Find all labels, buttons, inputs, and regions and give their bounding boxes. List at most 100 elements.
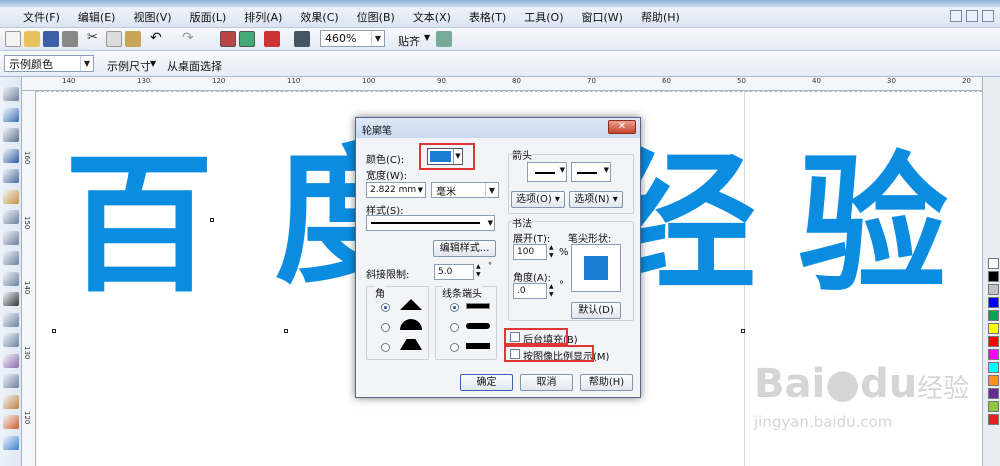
menu-effects[interactable]: 效果(C): [291, 9, 347, 25]
sample-color-combo[interactable]: 示例颜色 ▼: [4, 55, 94, 72]
fill-tool-icon[interactable]: [3, 415, 19, 429]
options-icon[interactable]: [436, 31, 452, 47]
palette-swatch[interactable]: [988, 297, 999, 308]
stretch-field[interactable]: 100: [513, 244, 547, 260]
palette-swatch[interactable]: [988, 401, 999, 412]
line-style-combo[interactable]: ▼: [366, 215, 495, 231]
eyedropper-tool-icon[interactable]: [3, 374, 19, 388]
table-tool-icon[interactable]: [3, 312, 19, 327]
ok-button[interactable]: 确定: [460, 374, 513, 391]
selection-handle[interactable]: [210, 218, 214, 222]
zoom-tool-icon[interactable]: [3, 148, 19, 163]
snap-to-label[interactable]: 贴齐: [398, 33, 420, 49]
menu-layout[interactable]: 版面(L): [181, 9, 236, 25]
polygon-tool-icon[interactable]: [3, 251, 19, 265]
width-field[interactable]: 2.822 mm ▼: [366, 182, 426, 198]
cap-round-radio[interactable]: [450, 323, 459, 332]
angle-field[interactable]: .0: [513, 283, 547, 299]
palette-swatch[interactable]: [988, 375, 999, 386]
pick-tool-icon[interactable]: [3, 87, 19, 101]
interactive-fill-tool-icon[interactable]: [3, 435, 19, 450]
sample-size-dropdown-icon[interactable]: ▼: [150, 59, 156, 68]
miter-limit-field[interactable]: 5.0: [434, 264, 474, 280]
palette-swatch[interactable]: [988, 271, 999, 282]
welcome-screen-icon[interactable]: [294, 31, 310, 47]
save-icon[interactable]: [43, 31, 59, 47]
export-icon[interactable]: [239, 31, 255, 47]
close-icon[interactable]: ✕: [608, 120, 636, 134]
menu-text[interactable]: 文本(X): [404, 9, 460, 25]
menu-help[interactable]: 帮助(H): [632, 9, 689, 25]
help-button[interactable]: 帮助(H): [580, 374, 633, 391]
close-doc-icon[interactable]: [982, 10, 994, 22]
outline-tool-icon[interactable]: [3, 394, 19, 409]
menu-view[interactable]: 视图(V): [124, 9, 180, 25]
cut-icon[interactable]: ✂: [87, 31, 103, 47]
print-icon[interactable]: [62, 31, 78, 47]
menu-table[interactable]: 表格(T): [460, 9, 515, 25]
sample-size-label[interactable]: 示例尺寸: [107, 58, 151, 74]
smart-fill-tool-icon[interactable]: [3, 189, 19, 204]
rectangle-tool-icon[interactable]: [3, 210, 19, 224]
ellipse-tool-icon[interactable]: [3, 230, 19, 245]
menu-window[interactable]: 窗口(W): [573, 9, 632, 25]
application-launcher-icon[interactable]: [264, 31, 280, 47]
restore-doc-icon[interactable]: [966, 10, 978, 22]
minimize-doc-icon[interactable]: [950, 10, 962, 22]
cancel-button[interactable]: 取消: [520, 374, 573, 391]
selection-handle[interactable]: [52, 329, 56, 333]
text-tool-icon[interactable]: [3, 292, 19, 306]
palette-swatch[interactable]: [988, 349, 999, 360]
palette-swatch[interactable]: [988, 414, 999, 425]
default-nib-button[interactable]: 默认(D): [571, 302, 621, 319]
cap-butt-radio[interactable]: [450, 303, 459, 312]
cap-square-radio[interactable]: [450, 343, 459, 352]
palette-swatch[interactable]: [988, 336, 999, 347]
end-arrow-combo[interactable]: ▼: [571, 162, 611, 182]
nib-shape-preview[interactable]: [571, 244, 621, 292]
crop-tool-icon[interactable]: [3, 128, 19, 142]
menu-file[interactable]: 文件(F): [14, 9, 69, 25]
selection-handle[interactable]: [741, 329, 745, 333]
arrow-options-right-button[interactable]: 选项(N) ▾: [569, 191, 623, 208]
horizontal-ruler[interactable]: 140 130 120 110 100 90 80 70 60 50 40 30 20: [22, 77, 982, 91]
parallel-dimension-tool-icon[interactable]: [3, 333, 19, 347]
arrow-options-left-button[interactable]: 选项(O) ▾: [511, 191, 565, 208]
shape-tool-icon[interactable]: [3, 107, 19, 122]
dialog-title-bar[interactable]: 轮廓笔 ✕: [356, 118, 640, 138]
menu-tools[interactable]: 工具(O): [515, 9, 572, 25]
unit-combo[interactable]: 毫米 ▼: [431, 182, 499, 198]
palette-swatch[interactable]: [988, 323, 999, 334]
open-icon[interactable]: [24, 31, 40, 47]
vertical-ruler[interactable]: 160 150 140 130 120: [22, 91, 36, 466]
start-arrow-combo[interactable]: ▼: [527, 162, 567, 182]
palette-swatch[interactable]: [988, 388, 999, 399]
menu-bitmaps[interactable]: 位图(B): [348, 9, 404, 25]
palette-swatch[interactable]: [988, 310, 999, 321]
select-from-desktop-button[interactable]: 从桌面选择: [167, 58, 222, 74]
miter-spin-icon[interactable]: ▲ ▼: [476, 263, 481, 279]
selection-handle[interactable]: [284, 329, 288, 333]
stretch-spin-icon[interactable]: ▲ ▼: [549, 244, 554, 260]
interactive-blend-tool-icon[interactable]: [3, 353, 19, 368]
paste-icon[interactable]: [125, 31, 141, 47]
new-icon[interactable]: [5, 31, 21, 47]
corner-miter-radio[interactable]: [381, 303, 390, 312]
palette-swatch[interactable]: [988, 258, 999, 269]
canvas-char-1[interactable]: 百: [64, 151, 214, 301]
snap-dropdown-icon[interactable]: ▼: [424, 33, 430, 42]
canvas-char-4[interactable]: 验: [798, 151, 948, 301]
corner-bevel-radio[interactable]: [381, 343, 390, 352]
basic-shapes-tool-icon[interactable]: [3, 271, 19, 286]
palette-swatch[interactable]: [988, 284, 999, 295]
edit-style-button[interactable]: 编辑样式...: [433, 240, 496, 257]
redo-icon[interactable]: ↷: [182, 31, 198, 47]
menu-arrange[interactable]: 排列(A): [235, 9, 291, 25]
undo-icon[interactable]: ↶: [150, 31, 166, 47]
import-icon[interactable]: [220, 31, 236, 47]
zoom-levels-combo[interactable]: 460% ▼: [320, 30, 385, 47]
menu-edit[interactable]: 编辑(E): [69, 9, 125, 25]
freehand-tool-icon[interactable]: [3, 169, 19, 183]
palette-swatch[interactable]: [988, 362, 999, 373]
corner-round-radio[interactable]: [381, 323, 390, 332]
